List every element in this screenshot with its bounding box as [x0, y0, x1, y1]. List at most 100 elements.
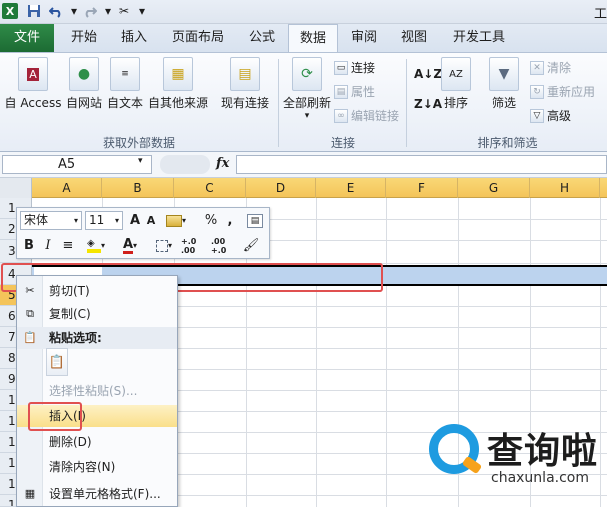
from-other-sources-button[interactable]: ▦ 自其他来源 [146, 57, 210, 111]
clear-filter-button[interactable]: ✕ 清除 [530, 59, 571, 76]
existing-connections-button[interactable]: ▤ 现有连接 [218, 57, 272, 111]
tab-page-layout[interactable]: 页面布局 [164, 24, 232, 52]
name-box-dropdown-icon[interactable]: ▾ [138, 156, 143, 166]
redo-dropdown-icon[interactable]: ▾ [100, 3, 116, 19]
sort-label: 排序 [443, 96, 468, 110]
comma-button[interactable]: , [223, 211, 237, 230]
ribbon-tab-row: 文件 开始 插入 页面布局 公式 数据 审阅 视图 开发工具 [0, 24, 607, 53]
font-size-dropdown-icon[interactable]: ▾ [112, 211, 122, 230]
center-align-icon[interactable]: ≡ [59, 236, 77, 255]
accounting-format-button[interactable]: ▾ [161, 211, 191, 230]
from-text-button[interactable]: ≡ 自文本 [104, 57, 146, 111]
excel-app-icon[interactable]: X [2, 3, 18, 19]
edit-links-button[interactable]: ∞ 编辑链接 [334, 107, 399, 124]
menu-item-cut[interactable]: ✂ 剪切(T) [17, 280, 177, 302]
font-color-button[interactable]: A ▾ [115, 236, 145, 255]
from-access-button[interactable]: A 自 Access [4, 57, 62, 111]
format-painter-brush-icon[interactable]: 🖌 [241, 236, 261, 255]
group-label-connections: 连接 [330, 136, 355, 150]
undo-icon[interactable] [48, 3, 64, 19]
grow-font-button[interactable]: A [127, 211, 143, 230]
shrink-font-button[interactable]: A [144, 211, 158, 230]
borders-icon [155, 239, 168, 252]
format-painter-icon[interactable]: ▤ [245, 211, 265, 230]
context-menu: ✂ 剪切(T) ⧉ 复制(C) 📋 粘贴选项: 选择性粘贴(S)... 插入(I… [16, 275, 178, 507]
menu-item-delete[interactable]: 删除(D) [17, 431, 177, 453]
tab-review[interactable]: 审阅 [342, 24, 386, 52]
refresh-all-button[interactable]: ⟳ 全部刷新 ▾ [282, 57, 332, 121]
tools-icon[interactable]: ✂ [116, 3, 132, 19]
links-icon: ∞ [334, 108, 348, 123]
advanced-filter-button[interactable]: ▽ 高级 [530, 107, 571, 124]
tab-formulas[interactable]: 公式 [240, 24, 284, 52]
paste-option-icon[interactable]: 📋 [46, 348, 68, 376]
column-header-f[interactable]: F [386, 178, 458, 198]
advanced-filter-icon: ▽ [530, 108, 544, 123]
insert-function-icon[interactable]: fx [216, 156, 229, 171]
existing-connections-icon: ▤ [230, 57, 260, 91]
fill-color-button[interactable]: ◈ ▾ [81, 236, 111, 255]
column-header-e[interactable]: E [316, 178, 386, 198]
group-label-sort-filter: 排序和筛选 [477, 136, 538, 150]
edit-links-label: 编辑链接 [351, 109, 400, 123]
column-header-c[interactable]: C [174, 178, 246, 198]
group-separator [406, 59, 407, 147]
menu-item-format-cells[interactable]: ▦ 设置单元格格式(F)... [17, 483, 177, 505]
redo-icon[interactable] [82, 3, 98, 19]
save-icon[interactable] [26, 3, 42, 19]
bold-button[interactable]: B [21, 236, 37, 255]
reapply-icon: ↻ [530, 84, 544, 99]
increase-decimal-button[interactable]: +.0 .00 [181, 236, 207, 255]
menu-item-paste-special[interactable]: 选择性粘贴(S)... [17, 380, 177, 402]
filter-label: 筛选 [491, 96, 516, 110]
column-header-h[interactable]: H [530, 178, 600, 198]
watermark-text: 查询啦 [487, 431, 599, 472]
formula-input[interactable] [236, 155, 607, 174]
italic-button[interactable]: I [41, 236, 55, 255]
gridline [316, 198, 317, 507]
tab-view[interactable]: 视图 [392, 24, 436, 52]
menu-item-clear-contents[interactable]: 清除内容(N) [17, 456, 177, 478]
customize-qat-icon[interactable]: ▾ [134, 3, 150, 19]
decrease-decimal-button[interactable]: .00 +.0 [211, 236, 237, 255]
window-title: 工 [593, 7, 607, 22]
tab-home[interactable]: 开始 [60, 24, 108, 52]
name-box[interactable]: A5 [2, 155, 152, 174]
filter-button[interactable]: ▼ 筛选 [484, 57, 524, 111]
refresh-dropdown-icon[interactable]: ▾ [282, 111, 332, 121]
column-header-b[interactable]: B [102, 178, 174, 198]
menu-item-label: 清除内容(N) [49, 460, 116, 474]
gridline [600, 198, 601, 507]
undo-dropdown-icon[interactable]: ▾ [66, 3, 82, 19]
tab-file[interactable]: 文件 [0, 24, 54, 52]
menu-item-label: 选择性粘贴(S)... [49, 384, 138, 398]
clipboard-icon: 📋 [23, 331, 37, 344]
group-label-external-data: 获取外部数据 [102, 136, 175, 150]
clear-filter-icon: ✕ [530, 60, 544, 75]
web-icon: ● [69, 57, 99, 91]
reapply-button[interactable]: ↻ 重新应用 [530, 83, 595, 100]
connections-label: 连接 [351, 61, 376, 75]
properties-button[interactable]: ▤ 属性 [334, 83, 375, 100]
tab-developer[interactable]: 开发工具 [444, 24, 514, 52]
font-name-dropdown-icon[interactable]: ▾ [71, 211, 81, 230]
from-web-button[interactable]: ● 自网站 [64, 57, 104, 111]
column-header-d[interactable]: D [246, 178, 316, 198]
accounting-icon [165, 214, 182, 227]
sort-button[interactable]: AZ 排序 [438, 57, 474, 111]
column-header-a[interactable]: A [32, 178, 102, 198]
formula-bar-splitter[interactable] [160, 155, 210, 174]
select-all-corner[interactable] [0, 178, 32, 198]
filter-icon: ▼ [489, 57, 519, 91]
menu-item-label: 剪切(T) [49, 284, 90, 298]
tab-insert[interactable]: 插入 [112, 24, 156, 52]
borders-button[interactable]: ▾ [151, 236, 177, 255]
column-headers: A B C D E F G H [0, 178, 607, 198]
existing-connections-label: 现有连接 [220, 96, 269, 110]
menu-item-copy[interactable]: ⧉ 复制(C) [17, 303, 177, 325]
column-header-g[interactable]: G [458, 178, 530, 198]
connections-button[interactable]: ▭ 连接 [334, 59, 375, 76]
tab-data[interactable]: 数据 [288, 24, 338, 53]
from-access-label: 自 Access [4, 96, 62, 110]
percent-button[interactable]: % [203, 211, 219, 230]
